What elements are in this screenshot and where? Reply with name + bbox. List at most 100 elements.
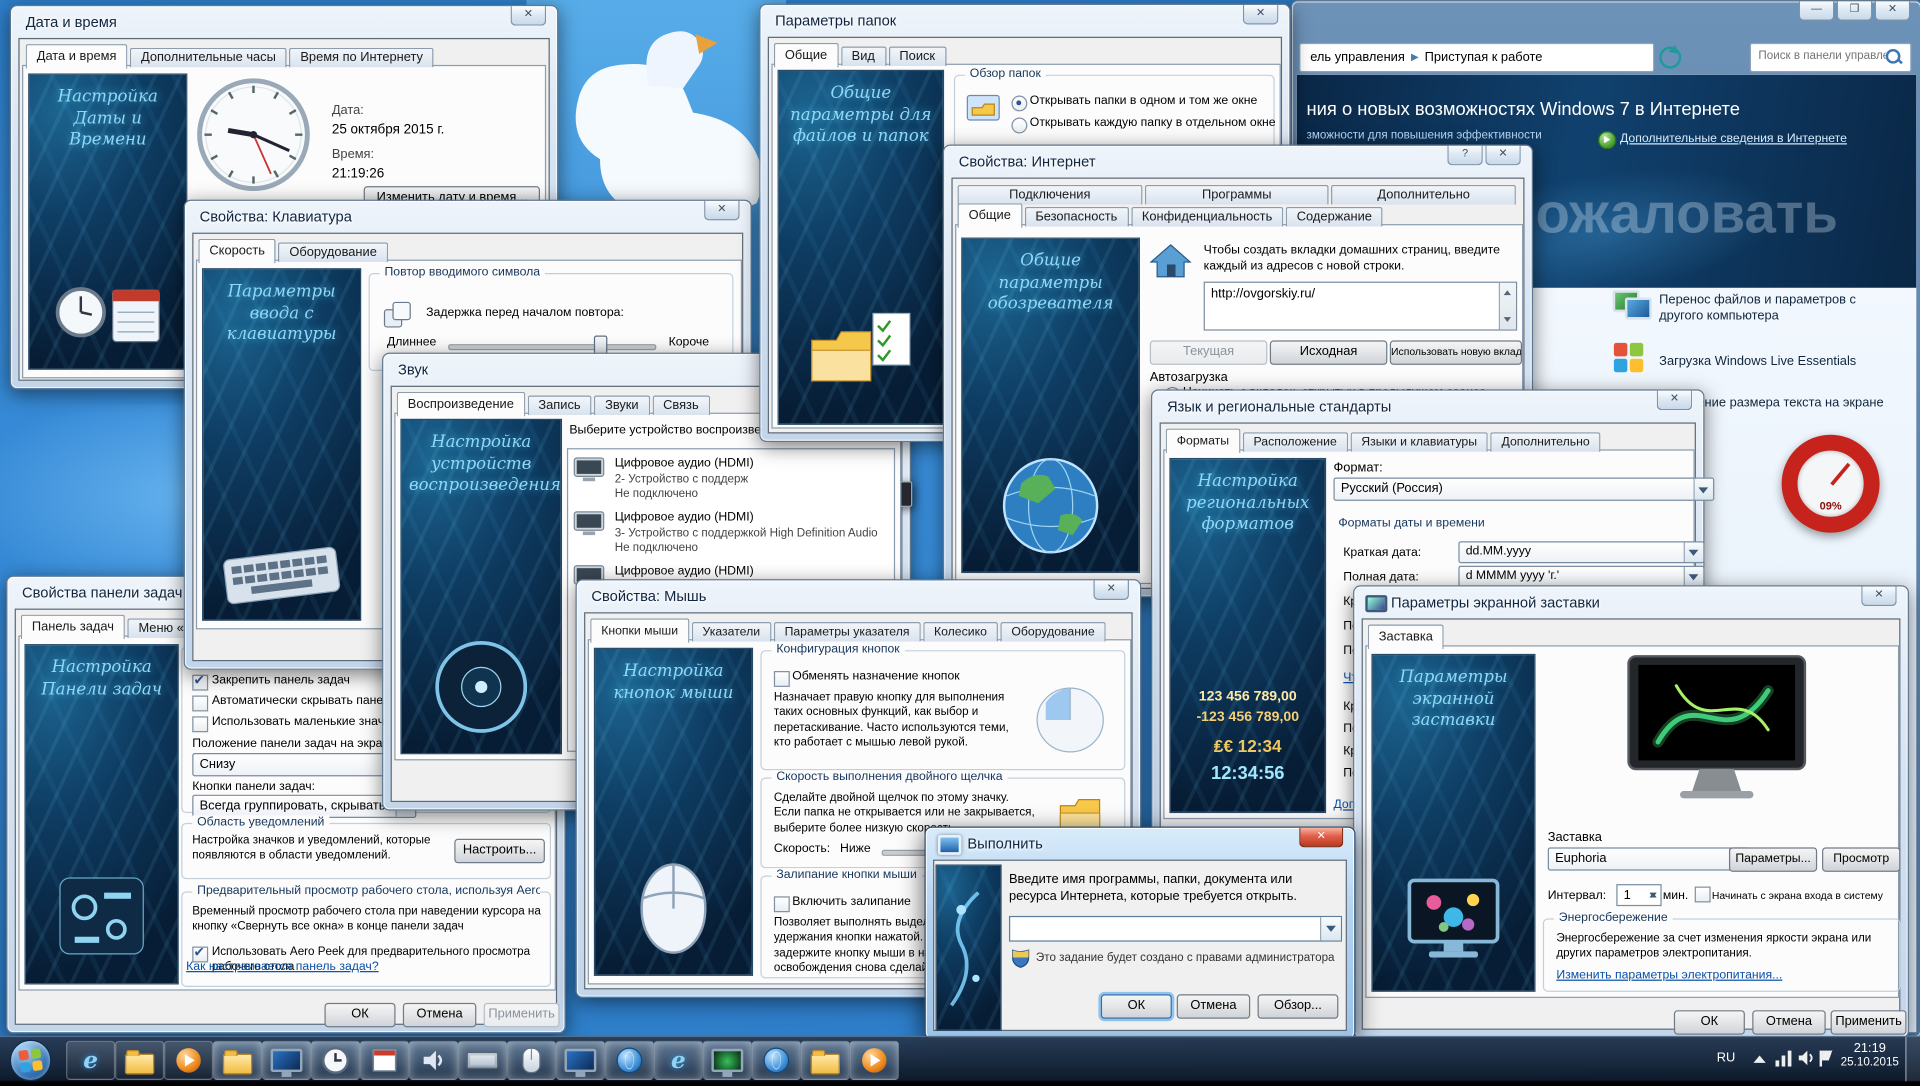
address-bar[interactable]: ель управленияПриступая к работе [1299,43,1654,72]
taskbar-button-mouse[interactable] [507,1041,556,1080]
browse-button[interactable]: Обзор... [1258,994,1339,1018]
run-titlebar[interactable]: Выполнить [926,828,1355,860]
close-button[interactable] [704,201,740,221]
tab-general[interactable]: Общие [774,43,838,67]
cancel-button[interactable]: Отмена [1177,994,1250,1018]
more-info-link[interactable]: Дополнительные сведения в Интернете [1620,132,1847,145]
transfer-files-icon[interactable] [1613,288,1650,320]
taskbar-button-folder-options[interactable] [213,1041,262,1080]
combo-dropdown[interactable] [1320,917,1341,940]
close-button[interactable] [1875,1,1911,21]
scroll-down-icon[interactable] [1504,317,1511,326]
tab-search[interactable]: Поиск [888,47,946,67]
scroll-up-icon[interactable] [1504,287,1511,296]
close-button[interactable] [1299,828,1343,848]
close-button[interactable] [1861,587,1897,607]
click-lock-label[interactable]: Включить залипание [792,895,911,908]
autohide-checkbox[interactable] [192,696,208,712]
tab-speed[interactable]: Скорость [198,239,276,263]
taskbar-button-media-player-2[interactable] [850,1041,899,1080]
tab-taskbar[interactable]: Панель задач [21,615,125,639]
interval-spinner[interactable]: 1 [1616,884,1661,906]
folder-options-titlebar[interactable]: Параметры папок [760,5,1289,37]
maximize-button[interactable] [1837,1,1873,21]
internet-properties-titlebar[interactable]: Свойства: Интернет [944,146,1532,178]
close-button[interactable] [1243,5,1279,25]
tab-wheel[interactable]: Колесико [923,622,998,642]
tray-language[interactable]: RU [1717,1051,1736,1066]
taskbar-button-folder[interactable] [801,1041,850,1080]
tab-additional-clocks[interactable]: Дополнительные часы [130,48,287,68]
cpu-gauge-gadget[interactable]: 09% [1782,435,1880,533]
refresh-icon[interactable] [1659,47,1681,69]
same-window-label[interactable]: Открывать папки в одном и том же окне [1030,94,1258,107]
tab-date-time[interactable]: Дата и время [26,44,128,68]
tab-formats[interactable]: Форматы [1166,429,1240,453]
small-icons-checkbox[interactable] [192,716,208,732]
swap-buttons-label[interactable]: Обменять назначение кнопок [792,670,959,683]
use-default-button[interactable]: Исходная [1270,340,1388,364]
mouse-titlebar[interactable]: Свойства: Мышь [577,580,1140,612]
close-button[interactable] [1657,391,1693,411]
cancel-button[interactable]: Отмена [403,1003,476,1027]
power-settings-link[interactable]: Изменить параметры электропитания... [1556,969,1782,982]
small-icons-label[interactable]: Использовать маленькие значки [212,715,396,728]
taskbar-button-internet-options[interactable]: e [654,1041,703,1080]
device-item[interactable]: Цифровое аудио (HDMI) 2- Устройство с по… [573,457,886,506]
tab-communications[interactable]: Связь [652,396,710,416]
device-item[interactable]: Цифровое аудио (HDMI) 3- Устройство с по… [573,511,886,560]
new-window-radio[interactable] [1011,118,1027,134]
close-button[interactable] [511,6,547,26]
volume-icon[interactable] [1798,1051,1814,1067]
tab-recording[interactable]: Запись [527,396,591,416]
windows-live-item[interactable]: Загрузка Windows Live Essentials [1659,354,1904,370]
show-desktop-button[interactable] [1905,1037,1920,1081]
tab-buttons[interactable]: Кнопки мыши [590,618,689,642]
new-window-label[interactable]: Открывать каждую папку в отдельном окне [1030,116,1276,129]
date-time-titlebar[interactable]: Дата и время [11,6,557,38]
ok-button[interactable]: ОК [324,1003,395,1027]
tab-pointers[interactable]: Указатели [692,622,772,642]
tab-general[interactable]: Общие [958,203,1022,227]
repeat-delay-slider[interactable] [448,344,656,350]
taskbar-button-explorer[interactable] [115,1041,164,1080]
taskbar-button-screen[interactable] [556,1041,605,1080]
search-input[interactable] [1756,48,1888,64]
close-button[interactable] [1485,146,1521,166]
tab-pointer-options[interactable]: Параметры указателя [774,622,921,642]
lock-taskbar-label[interactable]: Закрепить панель задач [212,673,350,686]
ok-button[interactable]: ОК [1101,994,1172,1018]
help-button[interactable] [1447,146,1483,166]
screensaver-titlebar[interactable]: Параметры экранной заставки [1354,587,1907,619]
tab-privacy[interactable]: Конфиденциальность [1131,207,1283,227]
click-lock-checkbox[interactable] [774,896,790,912]
saver-preview-button[interactable]: Просмотр [1822,847,1900,871]
tray-hidden-icons[interactable] [1753,1056,1765,1063]
windows-live-icon[interactable] [1613,342,1645,374]
customize-button[interactable]: Настроить... [454,839,545,863]
network-icon[interactable] [1776,1051,1792,1067]
tab-hardware[interactable]: Оборудование [1000,622,1105,642]
breadcrumb[interactable]: ель управления [1310,50,1405,65]
lock-taskbar-checkbox[interactable] [192,675,208,691]
taskbar-button-screensaver[interactable] [703,1041,752,1080]
swap-buttons-checkbox[interactable] [774,671,790,687]
minimize-button[interactable] [1799,1,1835,21]
tab-playback[interactable]: Воспроизведение [397,392,525,416]
logon-screen-label[interactable]: Начинать с экрана входа в систему [1712,889,1883,901]
transfer-files-item[interactable]: Перенос файлов и параметров с другого ко… [1659,293,1899,325]
action-center-flag-icon[interactable] [1820,1051,1838,1067]
textarea-scrollbar[interactable] [1499,283,1516,330]
taskbar-button-volume[interactable] [409,1041,458,1080]
tab-security[interactable]: Безопасность [1024,207,1128,227]
cancel-button[interactable]: Отмена [1752,1010,1825,1034]
search-box[interactable] [1750,43,1912,72]
taskbar-button-display[interactable] [262,1041,311,1080]
apply-button[interactable]: Применить [1831,1010,1907,1034]
tab-hardware[interactable]: Оборудование [278,242,387,262]
taskbar-button-region[interactable] [605,1041,654,1080]
taskbar-button-calendar[interactable] [360,1041,409,1080]
format-combo[interactable]: Русский (Россия) [1333,478,1714,501]
more-info-icon[interactable] [1598,131,1616,149]
taskbar-button-keyboard[interactable] [458,1041,507,1080]
